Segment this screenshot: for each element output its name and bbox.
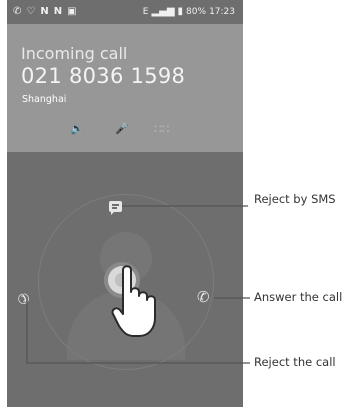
answer-call-label: Answer the call: [254, 290, 343, 304]
reject-call-label: Reject the call: [254, 355, 336, 369]
reject-by-sms-label: Reject by SMS: [254, 192, 336, 206]
reject-callout-line: [26, 300, 250, 364]
